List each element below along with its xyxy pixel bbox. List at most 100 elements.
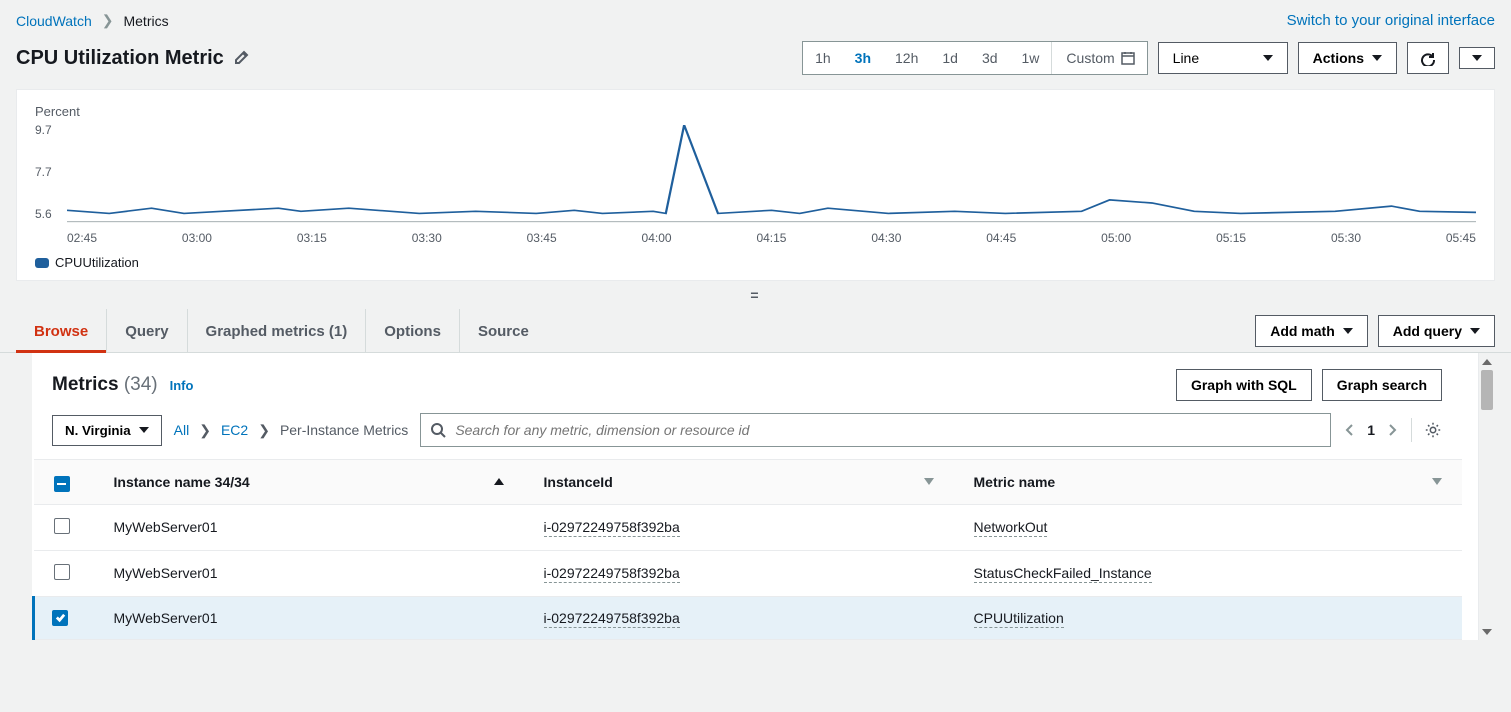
sort-asc-icon[interactable]: [494, 478, 504, 485]
breadcrumb-root[interactable]: CloudWatch: [16, 13, 92, 29]
table-row[interactable]: MyWebServer01 i-02972249758f392ba CPUUti…: [34, 596, 1463, 640]
col-instance-name[interactable]: Instance name 34/34: [114, 474, 250, 490]
xtick: 05:15: [1216, 231, 1246, 245]
chart-svg: [67, 125, 1476, 229]
toolbar: 1h 3h 12h 1d 3d 1w Custom Line Actions: [802, 41, 1495, 75]
add-math-label: Add math: [1270, 323, 1335, 339]
graph-sql-button[interactable]: Graph with SQL: [1176, 369, 1312, 401]
xtick: 03:00: [182, 231, 212, 245]
cell-instance-name: MyWebServer01: [94, 504, 524, 550]
tab-graphed[interactable]: Graphed metrics (1): [188, 309, 367, 352]
switch-interface-link[interactable]: Switch to your original interface: [1287, 12, 1495, 29]
edit-icon[interactable]: [234, 49, 252, 67]
page-prev-icon[interactable]: [1343, 423, 1357, 437]
time-1w[interactable]: 1w: [1010, 42, 1052, 74]
crumb-per-instance: Per-Instance Metrics: [280, 422, 408, 438]
cell-instance-id[interactable]: i-02972249758f392ba: [544, 610, 680, 628]
legend-label: CPUUtilization: [55, 255, 139, 270]
actions-button[interactable]: Actions: [1298, 42, 1397, 74]
col-instance-id[interactable]: InstanceId: [544, 474, 613, 490]
sort-icon[interactable]: [924, 478, 934, 485]
chart-legend: CPUUtilization: [35, 255, 1476, 270]
chevron-right-icon: ❯: [102, 12, 114, 29]
search-input[interactable]: [420, 413, 1331, 447]
title-row: CPU Utilization Metric 1h 3h 12h 1d 3d 1…: [0, 37, 1511, 89]
time-custom[interactable]: Custom: [1051, 42, 1146, 74]
caret-down-icon: [1372, 55, 1382, 61]
gear-icon[interactable]: [1424, 421, 1442, 439]
caret-down-icon: [1470, 328, 1480, 334]
graph-search-button[interactable]: Graph search: [1322, 369, 1442, 401]
xtick: 04:15: [756, 231, 786, 245]
chart-ylabel: Percent: [35, 104, 1476, 119]
breadcrumb: CloudWatch ❯ Metrics Switch to your orig…: [0, 0, 1511, 37]
add-query-button[interactable]: Add query: [1378, 315, 1495, 347]
tab-browse[interactable]: Browse: [16, 309, 107, 352]
time-12h[interactable]: 12h: [883, 42, 930, 74]
scroll-up-button[interactable]: [1479, 353, 1495, 370]
xtick: 03:30: [412, 231, 442, 245]
cell-instance-id[interactable]: i-02972249758f392ba: [544, 519, 680, 537]
chart-type-select[interactable]: Line: [1158, 42, 1288, 74]
row-checkbox[interactable]: [54, 518, 70, 534]
ytick: 5.6: [35, 207, 52, 221]
table-row[interactable]: MyWebServer01 i-02972249758f392ba Networ…: [34, 504, 1463, 550]
row-checkbox[interactable]: [52, 610, 68, 626]
chevron-right-icon: ❯: [258, 422, 270, 439]
metrics-count: (34): [124, 374, 158, 395]
chart-plot[interactable]: 9.7 7.7 5.6 02:45 03:00 03:15 03:30 03:4…: [35, 125, 1476, 245]
cell-metric-name[interactable]: CPUUtilization: [974, 610, 1064, 628]
tab-query[interactable]: Query: [107, 309, 187, 352]
metrics-table: Instance name 34/34 InstanceId Metric na…: [32, 459, 1462, 640]
xtick: 05:45: [1446, 231, 1476, 245]
table-row[interactable]: MyWebServer01 i-02972249758f392ba Status…: [34, 550, 1463, 596]
caret-down-icon: [1472, 55, 1482, 61]
time-1h[interactable]: 1h: [803, 42, 843, 74]
select-all-checkbox[interactable]: [54, 476, 70, 492]
actions-label: Actions: [1313, 50, 1364, 66]
search-icon: [430, 422, 446, 438]
xtick: 03:45: [527, 231, 557, 245]
row-checkbox[interactable]: [54, 564, 70, 580]
refresh-button[interactable]: [1407, 42, 1449, 74]
crumb-all[interactable]: All: [174, 422, 190, 438]
cell-instance-name: MyWebServer01: [94, 550, 524, 596]
scroll-down-button[interactable]: [1479, 623, 1495, 640]
cell-metric-name[interactable]: NetworkOut: [974, 519, 1048, 537]
tab-options[interactable]: Options: [366, 309, 460, 352]
tab-source[interactable]: Source: [460, 309, 547, 352]
page-title: CPU Utilization Metric: [16, 47, 252, 70]
add-math-button[interactable]: Add math: [1255, 315, 1368, 347]
time-1d[interactable]: 1d: [930, 42, 970, 74]
xtick: 04:30: [871, 231, 901, 245]
crumb-ec2[interactable]: EC2: [221, 422, 248, 438]
cell-metric-name[interactable]: StatusCheckFailed_Instance: [974, 565, 1152, 583]
info-link[interactable]: Info: [170, 378, 194, 393]
sort-icon[interactable]: [1432, 478, 1442, 485]
page-title-text: CPU Utilization Metric: [16, 47, 224, 70]
time-3h[interactable]: 3h: [843, 42, 883, 74]
time-3d[interactable]: 3d: [970, 42, 1010, 74]
region-select[interactable]: N. Virginia: [52, 415, 162, 446]
caret-down-icon: [1263, 55, 1273, 61]
divider: [1411, 418, 1412, 442]
resize-handle[interactable]: =: [0, 281, 1511, 309]
time-custom-label: Custom: [1066, 50, 1114, 66]
page-next-icon[interactable]: [1385, 423, 1399, 437]
more-dropdown-button[interactable]: [1459, 47, 1495, 69]
time-range-selector: 1h 3h 12h 1d 3d 1w Custom: [802, 41, 1148, 75]
scroll-thumb[interactable]: [1481, 370, 1493, 410]
cell-instance-id[interactable]: i-02972249758f392ba: [544, 565, 680, 583]
tabs-row: Browse Query Graphed metrics (1) Options…: [0, 309, 1511, 352]
tabs: Browse Query Graphed metrics (1) Options…: [16, 309, 547, 352]
metrics-panel: Metrics (34) Info Graph with SQL Graph s…: [32, 353, 1479, 640]
xtick: 02:45: [67, 231, 97, 245]
xtick: 05:00: [1101, 231, 1131, 245]
pager: 1: [1343, 422, 1399, 438]
region-label: N. Virginia: [65, 423, 131, 438]
breadcrumb-current: Metrics: [123, 13, 168, 29]
page-number: 1: [1367, 422, 1375, 438]
chart-card: Percent 9.7 7.7 5.6 02:45 03:00 03:15 03…: [16, 89, 1495, 281]
col-metric-name[interactable]: Metric name: [974, 474, 1056, 490]
scrollbar[interactable]: [1478, 353, 1495, 640]
